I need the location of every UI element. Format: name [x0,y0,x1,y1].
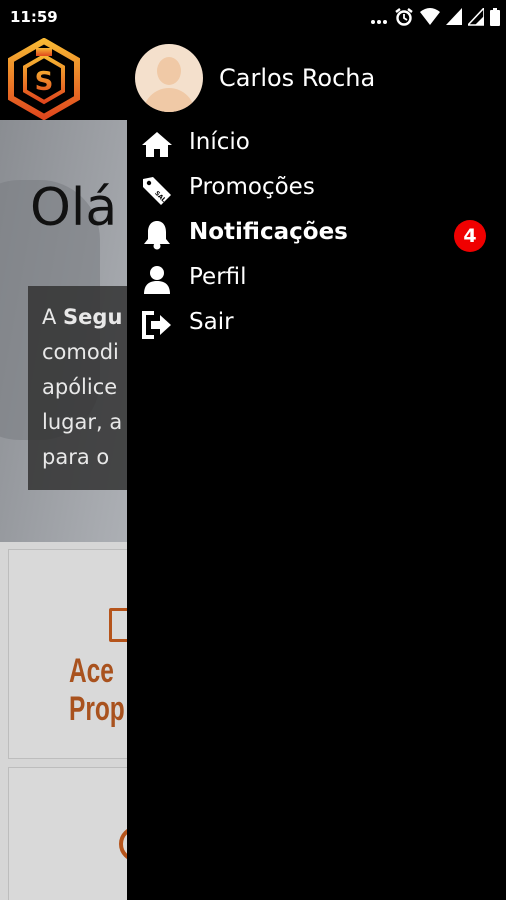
status-bar: 11:59 [0,0,506,36]
menu-label: Notificações [189,219,348,245]
signal-icon-2 [468,8,484,26]
notification-badge: 4 [454,220,486,252]
card-label: Ace Prop [69,652,125,728]
app-logo: S [3,37,85,121]
hero-title: Olá [30,178,118,238]
menu-item-notificacoes[interactable]: Notificações 4 [127,212,506,256]
menu-item-promocoes[interactable]: SALE Promoções [127,167,506,211]
signal-icon [446,8,462,26]
wifi-icon [420,8,440,26]
alarm-icon [394,7,414,27]
battery-icon [490,8,500,26]
bell-icon [141,220,173,250]
navigation-drawer: Carlos Rocha Início SALE Promoções Notif… [127,36,506,900]
menu-item-perfil[interactable]: Perfil [127,257,506,301]
status-icons [370,8,500,26]
user-icon [141,265,173,294]
menu-item-sair[interactable]: Sair [127,302,506,346]
menu-label: Promoções [189,174,315,200]
menu-item-inicio[interactable]: Início [127,122,506,166]
menu-label: Início [189,129,250,155]
user-name: Carlos Rocha [219,64,376,92]
status-time: 11:59 [10,8,58,26]
more-icon [370,8,388,26]
sale-tag-icon: SALE [141,175,173,205]
menu-label: Sair [189,309,234,335]
svg-text:S: S [35,67,54,97]
home-icon [141,130,173,158]
menu-label: Perfil [189,264,247,290]
avatar[interactable] [135,44,203,112]
logout-icon [141,310,173,339]
